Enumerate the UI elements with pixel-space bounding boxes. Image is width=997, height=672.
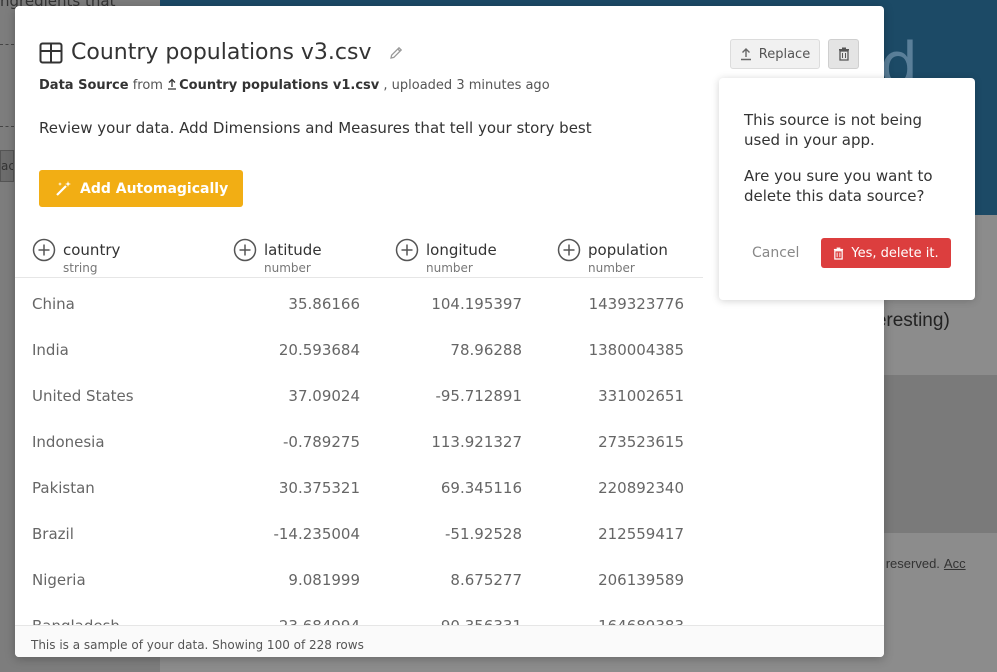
- delete-button[interactable]: [828, 39, 859, 69]
- table-cell: Pakistan: [32, 479, 95, 497]
- uploaded-time: , uploaded 3 minutes ago: [383, 78, 550, 93]
- confirm-delete-button[interactable]: Yes, delete it.: [821, 238, 951, 268]
- column-type: number: [426, 261, 473, 275]
- table-cell: China: [32, 295, 75, 313]
- table-cell: -14.235004: [273, 525, 360, 543]
- table-cell: Brazil: [32, 525, 74, 543]
- add-automagically-label: Add Automagically: [80, 180, 229, 197]
- table-cell: 69.345116: [440, 479, 522, 497]
- background-card: ): [878, 375, 997, 533]
- table-cell: 331002651: [598, 387, 684, 405]
- column-header-country: country string: [32, 238, 120, 274]
- table-cell: -0.789275: [283, 433, 360, 451]
- cancel-button[interactable]: Cancel: [752, 245, 799, 261]
- replace-button[interactable]: Replace: [730, 39, 820, 69]
- modal-title: Country populations v3.csv: [71, 40, 372, 65]
- column-name: population: [588, 241, 668, 259]
- intro-text: Review your data. Add Dimensions and Mea…: [39, 119, 592, 137]
- add-automagically-button[interactable]: Add Automagically: [39, 170, 243, 207]
- replace-label: Replace: [758, 46, 811, 62]
- table-row: India 20.593684 78.96288 1380004385: [15, 324, 703, 370]
- delete-confirm-popover: This source is not being used in your ap…: [719, 78, 975, 300]
- magic-wand-icon: [56, 181, 71, 196]
- column-type: number: [264, 261, 311, 275]
- table-row: Bangladesh 23.684994 90.356331 164689383: [15, 600, 703, 625]
- upload-icon: [168, 78, 177, 90]
- background-footer: ts reserved. Acc: [872, 556, 966, 571]
- table-cell: 104.195397: [431, 295, 522, 313]
- trash-icon: [838, 47, 849, 61]
- table-cell: 20.593684: [278, 341, 360, 359]
- table-cell: -51.92528: [445, 525, 522, 543]
- table-cell: 273523615: [598, 433, 684, 451]
- upload-icon: [740, 48, 751, 61]
- table-row: China 35.86166 104.195397 1439323776: [15, 278, 703, 324]
- column-name: latitude: [264, 241, 322, 259]
- add-column-icon[interactable]: [32, 238, 56, 262]
- table-cell: 220892340: [598, 479, 684, 497]
- table-cell: Indonesia: [32, 433, 105, 451]
- footer-link[interactable]: Acc: [944, 556, 966, 571]
- sample-footer: This is a sample of your data. Showing 1…: [15, 625, 884, 657]
- table-row: United States 37.09024 -95.712891 331002651: [15, 370, 703, 416]
- table-row: Brazil -14.235004 -51.92528 212559417: [15, 508, 703, 554]
- table-cell: 37.09024: [288, 387, 360, 405]
- table-cell: United States: [32, 387, 134, 405]
- table-cell: 35.86166: [288, 295, 360, 313]
- table-cell: -95.712891: [435, 387, 522, 405]
- table-cell: 9.081999: [288, 571, 360, 589]
- table-cell: Bangladesh: [32, 617, 120, 625]
- popover-question: Are you sure you want to delete this dat…: [744, 167, 933, 205]
- table-cell: 1380004385: [588, 341, 684, 359]
- table-cell: 90.356331: [441, 617, 522, 625]
- source-file: Country populations v1.csv: [179, 78, 380, 93]
- column-name: longitude: [426, 241, 497, 259]
- column-header-latitude: latitude number: [233, 238, 322, 274]
- table-cell: Nigeria: [32, 571, 86, 589]
- table-cell: 164689383: [598, 617, 684, 625]
- table-cell: 30.375321: [278, 479, 360, 497]
- column-header-population: population number: [557, 238, 668, 274]
- confirm-delete-label: Yes, delete it.: [851, 245, 939, 261]
- divider: [0, 126, 14, 127]
- background-tab: ac: [0, 150, 14, 182]
- table-row: Nigeria 9.081999 8.675277 206139589: [15, 554, 703, 600]
- add-column-icon[interactable]: [233, 238, 257, 262]
- table-cell: 212559417: [598, 525, 684, 543]
- data-table-body[interactable]: China 35.86166 104.195397 1439323776 India 2…: [15, 278, 884, 625]
- table-cell: 1439323776: [588, 295, 684, 313]
- source-info: Data Source from Country populations v1.…: [39, 78, 550, 93]
- trash-icon: [834, 247, 844, 260]
- table-cell: India: [32, 341, 69, 359]
- column-name: country: [63, 241, 121, 259]
- column-type: string: [63, 261, 98, 275]
- modal-header: Country populations v3.csv: [39, 40, 404, 65]
- add-column-icon[interactable]: [395, 238, 419, 262]
- table-row: Indonesia -0.789275 113.921327 273523615: [15, 416, 703, 462]
- popover-message: This source is not being used in your ap…: [744, 111, 923, 149]
- divider: [0, 44, 14, 45]
- table-row: Pakistan 30.375321 69.345116 220892340: [15, 462, 703, 508]
- add-column-icon[interactable]: [557, 238, 581, 262]
- table-cell: 23.684994: [279, 617, 360, 625]
- table-cell: 113.921327: [431, 433, 522, 451]
- source-label: Data Source: [39, 78, 129, 93]
- pencil-icon[interactable]: [388, 45, 404, 61]
- column-type: number: [588, 261, 635, 275]
- table-cell: 206139589: [598, 571, 684, 589]
- table-icon: [39, 42, 63, 63]
- source-from: from: [132, 78, 163, 93]
- table-cell: 8.675277: [450, 571, 522, 589]
- column-header-longitude: longitude number: [395, 238, 497, 274]
- table-cell: 78.96288: [450, 341, 522, 359]
